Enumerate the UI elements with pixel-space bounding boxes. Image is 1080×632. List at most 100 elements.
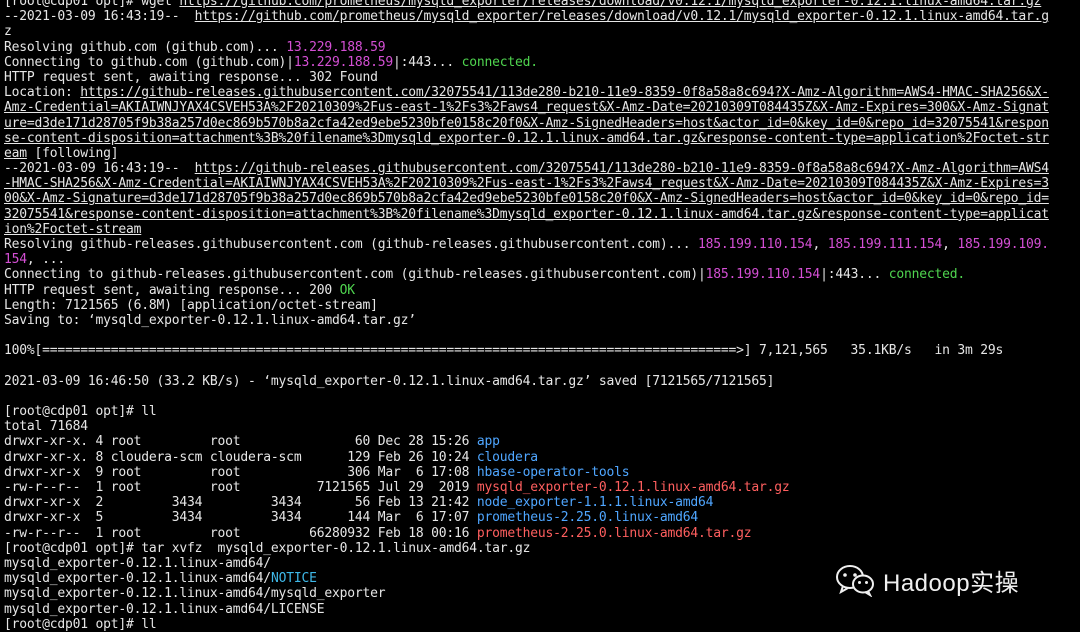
- url-link[interactable]: https://github.com/prometheus/mysqld_exp…: [195, 9, 1049, 24]
- terminal-line: total 71684: [4, 419, 1080, 434]
- url-link[interactable]: ure=d3de171d28705f9b38a257d0ec869b570b8a…: [4, 116, 1049, 131]
- terminal-line: [root@cdp01 opt]# tar xvfz mysqld_export…: [4, 541, 1080, 556]
- terminal-text: cloudera: [476, 449, 538, 465]
- url-link[interactable]: https://github-releases.githubuserconten…: [80, 85, 1049, 100]
- terminal-line: Resolving github-releases.githubusercont…: [4, 237, 1080, 252]
- terminal-line: [root@cdp01 opt]# ll: [4, 617, 1080, 632]
- terminal-line: -rw-r--r-- 1 root root 66280932 Feb 18 0…: [4, 526, 1080, 541]
- terminal-text: app: [476, 434, 500, 450]
- terminal-text: Saving to: ‘mysqld_exporter-0.12.1.linux…: [4, 312, 416, 328]
- terminal-text: 185.199.110.154: [705, 267, 821, 283]
- terminal-text: --2021-03-09 16:43:19--: [4, 161, 195, 177]
- terminal-text: 185.199.110.154: [698, 237, 813, 252]
- terminal-text: 2021-03-09 16:46:50 (33.2 KB/s) - ‘mysql…: [4, 373, 775, 389]
- terminal-text: drwxr-xr-x 9 root root 306 Mar 6 17:08: [4, 464, 477, 480]
- terminal-text: Connecting to github-releases.githubuser…: [4, 267, 706, 283]
- terminal-text: [root@cdp01 opt]# ll: [4, 616, 157, 632]
- url-link[interactable]: -HMAC-SHA256&X-Amz-Credential=AKIAIWNJYA…: [4, 176, 1049, 191]
- terminal-text: |:443...: [392, 54, 462, 70]
- terminal-line: Amz-Credential=AKIAIWNJYAX4CSVEH53A%2F20…: [4, 100, 1080, 115]
- terminal-line: 154, ...: [4, 252, 1080, 267]
- terminal-text: [root@cdp01 opt]# wget: [4, 0, 180, 9]
- terminal-line: -rw-r--r-- 1 root root 7121565 Jul 29 20…: [4, 480, 1080, 495]
- terminal-line: Connecting to github.com (github.com)|13…: [4, 55, 1080, 70]
- terminal-text: Length: 7121565 (6.8M) [application/octe…: [4, 297, 378, 313]
- terminal-line: Location: https://github-releases.github…: [4, 85, 1080, 100]
- terminal-text: -rw-r--r-- 1 root root 7121565 Jul 29 20…: [4, 480, 477, 495]
- terminal-line: Length: 7121565 (6.8M) [application/octe…: [4, 298, 1080, 313]
- terminal-text: OK: [339, 282, 355, 298]
- terminal-text: , ...: [26, 252, 66, 268]
- terminal-text: |:443...: [820, 267, 889, 283]
- terminal-line: [root@cdp01 opt]# wget https://github.co…: [4, 0, 1080, 9]
- terminal-text: prometheus-2.25.0.linux-amd64: [476, 510, 699, 526]
- terminal-text: --2021-03-09 16:43:19--: [4, 9, 195, 25]
- terminal-text: connected.: [888, 267, 965, 283]
- terminal-text: Resolving github-releases.githubusercont…: [4, 237, 699, 252]
- terminal-text: NOTICE: [270, 571, 317, 587]
- terminal-text: HTTP request sent, awaiting response... …: [4, 69, 378, 85]
- terminal-text: Resolving github.com (github.com)...: [4, 39, 287, 55]
- terminal-text: mysqld_exporter-0.12.1.linux-amd64/mysql…: [4, 586, 386, 602]
- terminal-text: [following]: [26, 145, 119, 161]
- terminal-text: -rw-r--r-- 1 root root 66280932 Feb 18 0…: [4, 525, 477, 541]
- terminal-text: [root@cdp01 opt]# ll: [4, 404, 157, 420]
- terminal-text: ,: [812, 237, 828, 252]
- url-link[interactable]: se-content-disposition=attachment%3B%20f…: [4, 131, 1049, 146]
- terminal-line: 2021-03-09 16:46:50 (33.2 KB/s) - ‘mysql…: [4, 374, 1080, 389]
- terminal-text: 13.229.188.59: [286, 39, 386, 55]
- watermark-text: Hadoop实操: [883, 569, 1020, 597]
- terminal-line: Connecting to github-releases.githubuser…: [4, 267, 1080, 282]
- url-link[interactable]: https://github-releases.githubuserconten…: [195, 161, 1049, 176]
- url-link[interactable]: ion%2Foctet-stream: [4, 222, 141, 237]
- terminal-line: drwxr-xr-x 9 root root 306 Mar 6 17:08 h…: [4, 465, 1080, 480]
- terminal-text: mysqld_exporter-0.12.1.linux-amd64.tar.g…: [476, 480, 790, 495]
- terminal-text: 185.199.111.154: [827, 237, 943, 252]
- terminal-text: 154: [4, 252, 27, 268]
- terminal-text: drwxr-xr-x 2 3434 3434 56 Feb 13 21:42: [4, 495, 477, 511]
- terminal-text: total 71684: [4, 419, 88, 435]
- terminal-text: Connecting to github.com (github.com)|: [4, 54, 294, 70]
- terminal-line: drwxr-xr-x. 4 root root 60 Dec 28 15:26 …: [4, 434, 1080, 449]
- terminal-text: drwxr-xr-x. 4 root root 60 Dec 28 15:26: [4, 434, 477, 450]
- terminal-line: ure=d3de171d28705f9b38a257d0ec869b570b8a…: [4, 116, 1080, 131]
- terminal-text: mysqld_exporter-0.12.1.linux-amd64/: [4, 571, 271, 587]
- terminal-text: hbase-operator-tools: [476, 464, 630, 480]
- terminal-text: HTTP request sent, awaiting response... …: [4, 282, 340, 298]
- terminal-text: drwxr-xr-x 5 3434 3434 144 Mar 6 17:07: [4, 510, 477, 526]
- terminal-output[interactable]: [root@cdp01 opt]# wget https://github.co…: [4, 0, 1080, 632]
- terminal-line: z: [4, 24, 1080, 39]
- url-link[interactable]: https://github.com/prometheus/mysqld_exp…: [179, 0, 1041, 9]
- url-link[interactable]: 00&X-Amz-Signature=d3de171d28705f9b38a25…: [4, 191, 1049, 206]
- terminal-text: connected.: [461, 54, 538, 70]
- terminal-line: --2021-03-09 16:43:19-- https://github-r…: [4, 161, 1080, 176]
- terminal-line: se-content-disposition=attachment%3B%20f…: [4, 131, 1080, 146]
- terminal-text: ,: [942, 237, 958, 252]
- terminal-line: 32075541&response-content-disposition=at…: [4, 207, 1080, 222]
- url-link[interactable]: 32075541&response-content-disposition=at…: [4, 207, 1049, 222]
- terminal-text: node_exporter-1.1.1.linux-amd64: [476, 495, 714, 511]
- terminal-line: 00&X-Amz-Signature=d3de171d28705f9b38a25…: [4, 191, 1080, 206]
- terminal-text: 100%[===================================…: [4, 343, 1004, 359]
- terminal-line: --2021-03-09 16:43:19-- https://github.c…: [4, 9, 1080, 24]
- terminal-line: 100%[===================================…: [4, 343, 1080, 358]
- terminal-line: ion%2Foctet-stream: [4, 222, 1080, 237]
- terminal-text: [root@cdp01 opt]# tar xvfz mysqld_export…: [4, 540, 531, 556]
- url-link[interactable]: eam: [4, 146, 27, 161]
- terminal-text: drwxr-xr-x. 8 cloudera-scm cloudera-scm …: [4, 449, 477, 465]
- terminal-line: Saving to: ‘mysqld_exporter-0.12.1.linux…: [4, 313, 1080, 328]
- terminal-text: 13.229.188.59: [293, 54, 393, 70]
- terminal-text: 185.199.109.: [957, 237, 1049, 252]
- terminal-line: -HMAC-SHA256&X-Amz-Credential=AKIAIWNJYA…: [4, 176, 1080, 191]
- terminal-text: mysqld_exporter-0.12.1.linux-amd64/: [4, 555, 271, 571]
- terminal-line: HTTP request sent, awaiting response... …: [4, 70, 1080, 85]
- terminal-text: Location:: [4, 85, 81, 101]
- terminal-text: z: [4, 24, 12, 40]
- terminal-line: Resolving github.com (github.com)... 13.…: [4, 40, 1080, 55]
- url-link[interactable]: Amz-Credential=AKIAIWNJYAX4CSVEH53A%2F20…: [4, 100, 1049, 115]
- terminal-line: drwxr-xr-x 2 3434 3434 56 Feb 13 21:42 n…: [4, 495, 1080, 510]
- terminal-line: drwxr-xr-x 5 3434 3434 144 Mar 6 17:07 p…: [4, 510, 1080, 525]
